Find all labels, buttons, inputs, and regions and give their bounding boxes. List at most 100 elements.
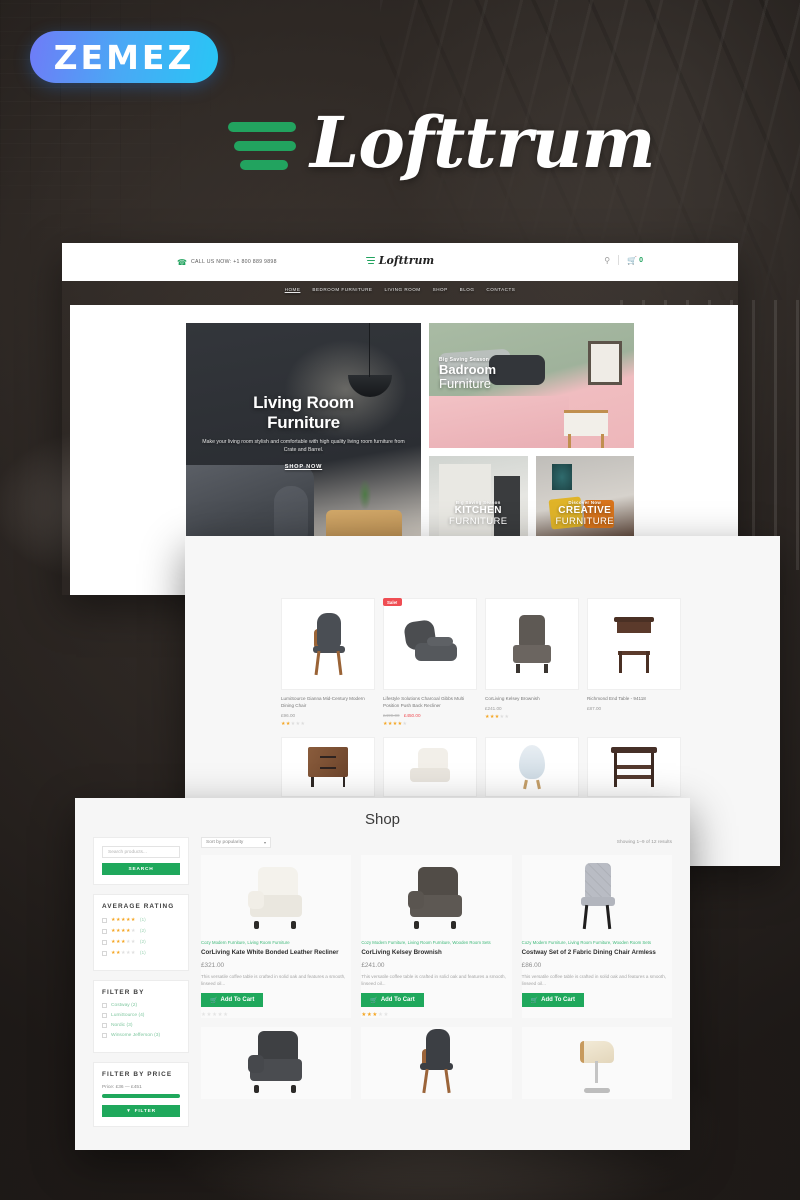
product-price: £86.00 (521, 961, 542, 969)
product-rating: ★★★★★ (485, 713, 510, 720)
shop-page-screenshot: Shop Search products... SEARCH AVERAGE R… (75, 798, 690, 1150)
nav-item-shop[interactable]: SHOP (433, 287, 448, 292)
product-rating: ★★★★★ (361, 1012, 390, 1019)
product-card[interactable] (485, 736, 579, 797)
filter-button-label: FILTER (134, 1108, 156, 1114)
results-count: Showing 1–9 of 12 results (616, 840, 672, 845)
brand-filter-row[interactable]: LumiSource (4) (102, 1013, 180, 1018)
product-card[interactable] (587, 736, 681, 797)
filter-label: LumiSource (4) (111, 1013, 145, 1018)
lamp-cord (369, 323, 370, 377)
picture-frame (588, 341, 622, 385)
product-card[interactable]: Richmond End Table - 94118 £87.00 (587, 598, 681, 727)
chevron-down-icon: ▾ (263, 840, 266, 845)
product-thumbnail (485, 598, 579, 690)
tile-title-bold: KITCHEN (454, 505, 502, 516)
product-title[interactable]: CorLiving Kelsey Brownish (361, 949, 511, 957)
brand-filter-row[interactable]: Winsome Jefferson (3) (102, 1033, 180, 1038)
shop-product-card[interactable]: Cozy Modern Furniture, Living Room Furni… (521, 855, 672, 1019)
checkbox[interactable] (102, 939, 107, 945)
stars-icon: ★★★★★ (111, 950, 136, 956)
checkbox[interactable] (102, 1003, 107, 1008)
rating-count: (1) (139, 917, 146, 923)
tile-title-thin: FURNITURE (555, 516, 614, 527)
catalog-grid-row-1: LumiSource Gianna Mid-Century Modern Din… (281, 598, 681, 727)
brand-filter-row[interactable]: Nordic (3) (102, 1023, 180, 1028)
white-leather-recliner-illustration (248, 867, 304, 929)
product-card[interactable] (383, 736, 477, 797)
nav-item-living-room[interactable]: LIVING ROOM (384, 287, 420, 292)
tile-copy-bedroom: Big Saving Season Badroom Furniture (439, 357, 496, 392)
hero-copy: Living Room Furniture Make your living r… (186, 393, 421, 473)
shop-product-card[interactable] (201, 1027, 352, 1100)
product-categories[interactable]: Cozy Modern Furniture, Living Room Furni… (361, 940, 511, 946)
brand-filter-row[interactable]: Costway (2) (102, 1003, 180, 1008)
cart-count-badge: 0 (639, 256, 643, 264)
average-rating-widget: AVERAGE RATING ★★★★★ (1) ★★★★★ (2) ★★★★★… (93, 894, 189, 971)
product-description: This versatile coffee table is crafted i… (201, 973, 346, 986)
product-title[interactable]: CorLiving Kate White Bonded Leather Recl… (201, 949, 351, 957)
product-card[interactable]: CorLiving Kelsey Brownish £241.00 ★★★★★ (485, 598, 579, 727)
product-card[interactable] (281, 736, 375, 797)
rating-filter-row[interactable]: ★★★★★ (2) (102, 928, 180, 934)
hero-title-line2: Furniture (267, 412, 340, 432)
shop-product-card[interactable]: Cozy Modern Furniture, Living Room Furni… (361, 855, 512, 1019)
banner-tile-bedroom[interactable]: Big Saving Season Badroom Furniture (429, 323, 634, 448)
hero-description: Make your living room stylish and comfor… (202, 439, 405, 453)
add-to-cart-button[interactable]: 🛒 Add To Cart (521, 993, 585, 1008)
search-icon[interactable]: ⚲ (604, 256, 610, 265)
checkbox[interactable] (102, 950, 107, 956)
price-range-slider[interactable] (102, 1094, 180, 1098)
main-navigation: HOME BEDROOM FURNITURE LIVING ROOM SHOP … (62, 281, 738, 298)
widget-title: FILTER BY PRICE (102, 1071, 173, 1078)
checkbox[interactable] (102, 1013, 107, 1018)
product-name: LumiSource Gianna Mid-Century Modern Din… (281, 696, 365, 708)
nav-item-bedroom-furniture[interactable]: BEDROOM FURNITURE (312, 287, 372, 292)
product-thumbnail (485, 736, 579, 797)
product-title[interactable]: Costway Set of 2 Fabric Dining Chair Arm… (522, 949, 672, 957)
hero-title-line1: Living Room (253, 393, 354, 412)
product-thumbnail (281, 736, 375, 797)
add-to-cart-button[interactable]: 🛒 Add To Cart (201, 993, 264, 1008)
wall-art (551, 464, 572, 490)
product-card[interactable]: Sale! Lifestyle Solutions Charcoal Gibbs… (383, 598, 477, 727)
checkbox[interactable] (102, 917, 107, 923)
search-input[interactable]: Search products... (102, 846, 180, 858)
product-thumbnail (587, 598, 681, 690)
product-categories[interactable]: Cozy Modern Furniture, Living Room Furni… (201, 940, 351, 946)
rating-count: (1) (139, 950, 146, 956)
armchair-illustration (510, 615, 554, 673)
sort-select[interactable]: Sort by popularity ▾ (201, 837, 271, 848)
checkbox[interactable] (102, 1033, 107, 1038)
product-price: £87.00 (587, 706, 681, 711)
sort-select-value: Sort by popularity (206, 840, 244, 845)
rating-filter-row[interactable]: ★★★★★ (2) (102, 939, 180, 945)
search-button[interactable]: SEARCH (102, 863, 180, 875)
funnel-icon: ▼ (126, 1108, 132, 1114)
hero-shop-now-link[interactable]: SHOP NOW (285, 464, 322, 470)
nav-item-contacts[interactable]: CONTACTS (486, 287, 515, 292)
tile-title-bold: CREATIVE (558, 505, 612, 516)
shop-product-card[interactable] (521, 1027, 672, 1100)
rating-filter-row[interactable]: ★★★★★ (1) (102, 950, 180, 956)
product-description: This versatile coffee table is crafted i… (361, 973, 506, 986)
filter-button[interactable]: ▼ FILTER (102, 1105, 180, 1117)
checkbox[interactable] (102, 1023, 107, 1028)
nightstand-legs (568, 434, 604, 448)
product-price: £241.00 (361, 961, 385, 969)
product-rating: ★★★★★ (383, 720, 408, 727)
nav-item-blog[interactable]: BLOG (460, 287, 475, 292)
rating-filter-row[interactable]: ★★★★★ (1) (102, 917, 180, 923)
shop-product-card[interactable]: Cozy Modern Furniture, Living Room Furni… (201, 855, 352, 1019)
cart-button[interactable]: 🛒 0 (627, 256, 643, 265)
charcoal-recliner-illustration (248, 1031, 304, 1094)
product-card[interactable]: LumiSource Gianna Mid-Century Modern Din… (281, 598, 375, 727)
shop-product-card[interactable] (361, 1027, 512, 1100)
add-to-cart-button[interactable]: 🛒 Add To Cart (361, 993, 424, 1008)
checkbox[interactable] (102, 928, 107, 934)
price-value: £241.00 (485, 705, 502, 711)
product-categories[interactable]: Cozy Modern Furniture, Living Room Furni… (522, 940, 672, 946)
catalog-product-area: LumiSource Gianna Mid-Century Modern Din… (281, 598, 681, 797)
tile-title-bold: Badroom (439, 362, 497, 377)
nav-item-home[interactable]: HOME (285, 287, 301, 292)
